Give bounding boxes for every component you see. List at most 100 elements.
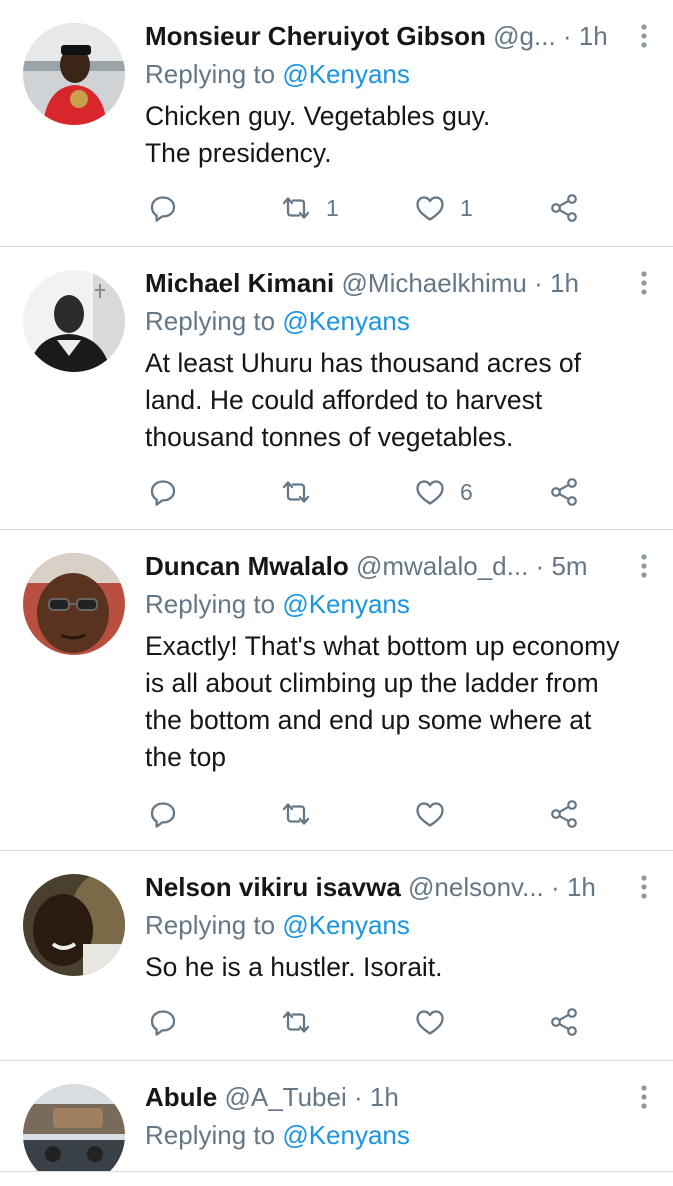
more-options-icon[interactable] bbox=[637, 1080, 651, 1114]
reply-button[interactable] bbox=[148, 794, 178, 834]
retweet-button[interactable] bbox=[280, 794, 326, 834]
tweet-text-line: land. He could afforded to harvest bbox=[145, 385, 543, 415]
author-name[interactable]: Monsieur Cheruiyot Gibson bbox=[145, 21, 486, 51]
more-options-icon[interactable] bbox=[637, 870, 651, 904]
tweet-card[interactable]: Monsieur Cheruiyot Gibson @g... · 1h Rep… bbox=[0, 0, 673, 247]
author-handle[interactable]: @Michaelkhimu bbox=[342, 268, 527, 298]
avatar[interactable] bbox=[23, 270, 125, 372]
retweet-icon bbox=[282, 1011, 310, 1033]
author-handle[interactable]: @nelsonv... bbox=[408, 872, 544, 902]
avatar[interactable] bbox=[23, 1084, 125, 1171]
replying-to-label: Replying to bbox=[145, 1120, 276, 1150]
reply-button[interactable] bbox=[148, 188, 178, 228]
share-button[interactable] bbox=[548, 188, 580, 228]
like-button[interactable] bbox=[414, 794, 460, 834]
like-button[interactable]: 6 bbox=[414, 472, 473, 512]
tweet-header: Abule @A_Tubei · 1h bbox=[145, 1080, 633, 1114]
tweet-header: Nelson vikiru isavwa @nelsonv... · 1h bbox=[145, 870, 633, 904]
tweet-actions bbox=[0, 1002, 673, 1042]
tweet-text-line: is all about climbing up the ladder from bbox=[145, 668, 599, 698]
retweet-icon bbox=[282, 481, 310, 503]
tweet-card[interactable]: Michael Kimani @Michaelkhimu · 1h Replyi… bbox=[0, 247, 673, 530]
tweet-card[interactable]: Nelson vikiru isavwa @nelsonv... · 1h Re… bbox=[0, 851, 673, 1061]
author-handle[interactable]: @A_Tubei bbox=[224, 1082, 346, 1112]
avatar[interactable] bbox=[23, 874, 125, 976]
tweet-text-line: At least Uhuru has thousand acres of bbox=[145, 348, 582, 378]
reply-button[interactable] bbox=[148, 1002, 178, 1042]
replying-to-label: Replying to bbox=[145, 59, 276, 89]
replying-to: Replying to @Kenyans bbox=[145, 1118, 410, 1152]
author-handle[interactable]: @mwalalo_d... bbox=[356, 551, 528, 581]
share-icon bbox=[551, 478, 577, 506]
tweet-card[interactable]: Abule @A_Tubei · 1h Replying to @Kenyans bbox=[0, 1061, 673, 1171]
tweet-card[interactable]: Duncan Mwalalo @mwalalo_d... · 5m Replyi… bbox=[0, 530, 673, 851]
more-options-icon[interactable] bbox=[637, 549, 651, 583]
retweet-button[interactable]: 1 bbox=[280, 188, 339, 228]
separator-dot: · bbox=[353, 1082, 363, 1112]
replying-to: Replying to @Kenyans bbox=[145, 304, 410, 338]
tweet-text-line: So he is a hustler. Isorait. bbox=[145, 952, 443, 982]
share-icon bbox=[551, 194, 577, 222]
replying-to: Replying to @Kenyans bbox=[145, 587, 410, 621]
mention-link[interactable]: @Kenyans bbox=[282, 1120, 410, 1150]
separator-dot: · bbox=[535, 551, 545, 581]
reply-button[interactable] bbox=[148, 472, 178, 512]
like-button[interactable] bbox=[414, 1002, 460, 1042]
timestamp[interactable]: 1h bbox=[370, 1082, 399, 1112]
timestamp[interactable]: 5m bbox=[551, 551, 587, 581]
share-icon bbox=[551, 1008, 577, 1036]
author-name[interactable]: Nelson vikiru isavwa bbox=[145, 872, 401, 902]
tweet-header: Monsieur Cheruiyot Gibson @g... · 1h bbox=[145, 19, 633, 53]
avatar[interactable] bbox=[23, 553, 125, 655]
bottom-divider bbox=[0, 1171, 673, 1172]
reply-icon bbox=[150, 480, 176, 506]
more-options-icon[interactable] bbox=[637, 19, 651, 53]
tweet-actions: 6 bbox=[0, 472, 673, 512]
timestamp[interactable]: 1h bbox=[579, 21, 608, 51]
tweet-actions bbox=[0, 794, 673, 834]
reply-icon bbox=[150, 196, 176, 222]
timestamp[interactable]: 1h bbox=[567, 872, 596, 902]
like-button[interactable]: 1 bbox=[414, 188, 473, 228]
replying-to: Replying to @Kenyans bbox=[145, 908, 410, 942]
author-handle[interactable]: @g... bbox=[493, 21, 556, 51]
author-name[interactable]: Duncan Mwalalo bbox=[145, 551, 349, 581]
tweet-header: Michael Kimani @Michaelkhimu · 1h bbox=[145, 266, 633, 300]
tweet-text-line: Exactly! That's what bottom up economy bbox=[145, 631, 620, 661]
retweet-button[interactable] bbox=[280, 472, 326, 512]
tweet-text: Exactly! That's what bottom up economy i… bbox=[145, 628, 655, 776]
replying-to: Replying to @Kenyans bbox=[145, 57, 410, 91]
heart-icon bbox=[416, 480, 444, 505]
replying-to-label: Replying to bbox=[145, 306, 276, 336]
tweet-text-line: the top bbox=[145, 742, 227, 772]
tweet-text-line: thousand tonnes of vegetables. bbox=[145, 422, 514, 452]
like-count: 1 bbox=[460, 194, 473, 221]
more-options-icon[interactable] bbox=[637, 266, 651, 300]
author-name[interactable]: Abule bbox=[145, 1082, 217, 1112]
mention-link[interactable]: @Kenyans bbox=[282, 59, 410, 89]
replying-to-label: Replying to bbox=[145, 910, 276, 940]
avatar[interactable] bbox=[23, 23, 125, 125]
separator-dot: · bbox=[534, 268, 543, 298]
reply-icon bbox=[150, 802, 176, 828]
replying-to-label: Replying to bbox=[145, 589, 276, 619]
tweet-text: Chicken guy. Vegetables guy. The preside… bbox=[145, 98, 655, 172]
tweet-text-line: the bottom and end up some where at bbox=[145, 705, 592, 735]
share-button[interactable] bbox=[548, 794, 580, 834]
mention-link[interactable]: @Kenyans bbox=[282, 589, 410, 619]
retweet-icon bbox=[282, 803, 310, 825]
share-button[interactable] bbox=[548, 472, 580, 512]
share-icon bbox=[551, 800, 577, 828]
author-name[interactable]: Michael Kimani bbox=[145, 268, 334, 298]
tweet-text-line: The presidency. bbox=[145, 138, 332, 168]
share-button[interactable] bbox=[548, 1002, 580, 1042]
separator-dot: · bbox=[551, 872, 560, 902]
mention-link[interactable]: @Kenyans bbox=[282, 306, 410, 336]
timestamp[interactable]: 1h bbox=[550, 268, 579, 298]
tweet-header: Duncan Mwalalo @mwalalo_d... · 5m bbox=[145, 549, 633, 583]
tweet-actions: 1 1 bbox=[0, 188, 673, 228]
heart-icon bbox=[416, 802, 444, 827]
separator-dot: · bbox=[562, 21, 572, 51]
mention-link[interactable]: @Kenyans bbox=[282, 910, 410, 940]
retweet-button[interactable] bbox=[280, 1002, 326, 1042]
